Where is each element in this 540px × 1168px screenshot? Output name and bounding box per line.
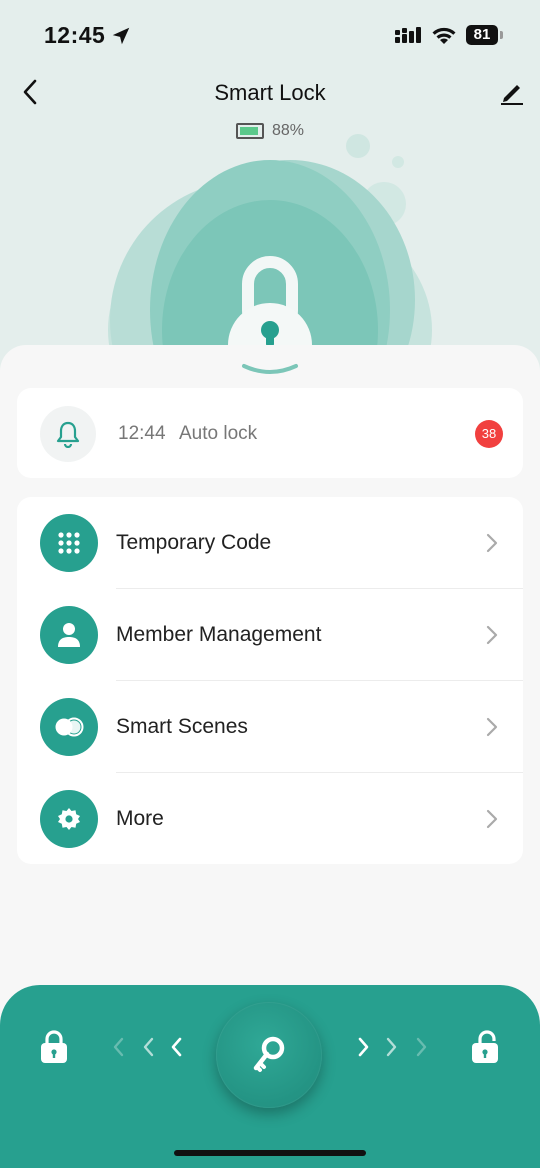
gear-icon-container bbox=[40, 790, 98, 848]
chevron-right-icon bbox=[486, 625, 498, 645]
menu-card: Temporary Code Member Management Smart S… bbox=[17, 497, 523, 864]
edit-pencil-icon[interactable] bbox=[498, 78, 526, 106]
wifi-icon bbox=[432, 27, 456, 44]
person-icon-container bbox=[40, 606, 98, 664]
chevron-right-icon bbox=[486, 717, 498, 737]
battery-level-fill bbox=[240, 127, 258, 135]
log-text: Auto lock bbox=[179, 423, 258, 444]
battery-icon bbox=[236, 123, 264, 139]
menu-item-more[interactable]: More bbox=[17, 773, 523, 865]
page-title: Smart Lock bbox=[214, 80, 326, 105]
status-bar: 12:45 81 bbox=[0, 0, 540, 70]
collapse-handle[interactable] bbox=[241, 362, 299, 378]
menu-item-smart-scenes[interactable]: Smart Scenes bbox=[17, 681, 523, 773]
lock-closed-icon[interactable] bbox=[40, 1030, 68, 1064]
cellular-signal-icon bbox=[395, 27, 421, 43]
menu-label: More bbox=[116, 807, 164, 830]
key-slider-button[interactable] bbox=[216, 1002, 322, 1108]
lock-open-icon[interactable] bbox=[471, 1030, 501, 1064]
bell-icon bbox=[56, 421, 80, 448]
home-indicator bbox=[174, 1150, 366, 1156]
person-icon bbox=[58, 623, 80, 647]
location-arrow-icon bbox=[112, 27, 130, 45]
latest-log-card[interactable]: 12:44 Auto lock 38 bbox=[17, 388, 523, 478]
status-time: 12:45 bbox=[44, 22, 106, 48]
menu-label: Temporary Code bbox=[116, 531, 272, 554]
menu-item-temporary-code[interactable]: Temporary Code bbox=[17, 497, 523, 589]
bell-icon-container bbox=[40, 406, 96, 462]
key-icon bbox=[253, 1036, 285, 1072]
slide-right-arrows-icon bbox=[358, 1037, 427, 1057]
device-battery: 88% bbox=[236, 122, 304, 140]
gear-icon bbox=[58, 808, 80, 830]
slide-left-arrows-icon bbox=[113, 1037, 182, 1057]
menu-label: Smart Scenes bbox=[116, 715, 248, 738]
keypad-icon-container bbox=[40, 514, 98, 572]
chevron-right-icon bbox=[486, 533, 498, 553]
menu-label: Member Management bbox=[116, 623, 322, 646]
toggle-icon bbox=[55, 717, 84, 737]
battery-percent: 88% bbox=[272, 122, 305, 139]
menu-item-member-management[interactable]: Member Management bbox=[17, 589, 523, 681]
toggle-icon-container bbox=[40, 698, 98, 756]
battery-tip bbox=[500, 31, 503, 39]
log-time: 12:44 bbox=[118, 423, 166, 444]
keypad-icon bbox=[58, 532, 80, 554]
chevron-right-icon bbox=[486, 809, 498, 829]
log-count-badge: 38 bbox=[475, 420, 503, 448]
status-battery: 81 bbox=[466, 25, 498, 45]
